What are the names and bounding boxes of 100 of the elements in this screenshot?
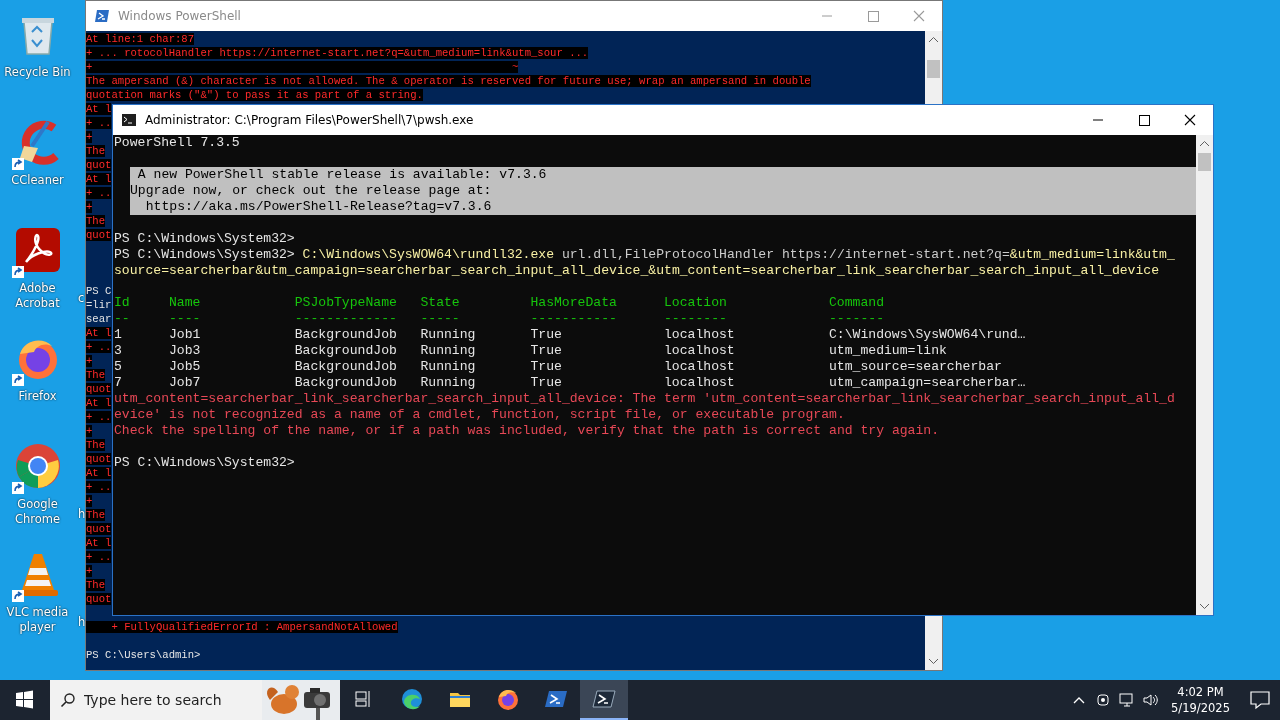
table-cell-text: Job5 <box>169 359 202 375</box>
error-text: + <box>86 131 93 143</box>
update-notice-text: A new PowerShell stable release is available: v7.3.6 <box>136 167 547 182</box>
desktop-icon-label[interactable]: Recycle Bin <box>0 65 75 80</box>
table-cell-text: True <box>530 375 563 391</box>
table-cell-text: Running <box>420 343 477 359</box>
table-cell-text: True <box>530 343 563 359</box>
command-text: &utm_medium=link&utm_ <box>1009 247 1175 262</box>
error-text: quot <box>86 523 112 535</box>
error-text: At l <box>86 173 112 185</box>
error-text: + .. <box>86 481 112 493</box>
error-text: + <box>86 565 93 577</box>
error-text: + ... rotocolHandler https://internet-start.net?q=&utm_medium=link&utm_sour ... <box>86 47 589 59</box>
error-text: quot <box>86 229 112 241</box>
error-text: + <box>86 425 93 437</box>
scroll-thumb[interactable] <box>927 60 940 78</box>
browser-wave-icon <box>400 687 424 711</box>
table-cell-text: Running <box>420 375 477 391</box>
column-header: Id <box>114 295 131 311</box>
error-text: The <box>86 215 106 227</box>
column-header: Name <box>169 295 202 311</box>
desktop-icon-label[interactable]: Adobe Acrobat <box>0 281 75 311</box>
search-icon <box>60 692 76 708</box>
error-text: + <box>86 201 93 213</box>
update-notice-text: Upgrade now, or check out the release page at: <box>130 183 492 198</box>
column-header: Location <box>664 295 728 311</box>
error-text: The <box>86 369 106 381</box>
console-text: PowerShell 7.3.5 <box>114 135 240 150</box>
update-notice-text: https://aka.ms/PowerShell-Release?tag=v7.3.6 <box>144 199 492 214</box>
error-text: At l <box>86 327 112 339</box>
table-cell-text: Job7 <box>169 375 202 391</box>
error-text: The <box>86 579 106 591</box>
desktop-icon-label[interactable]: c <box>78 291 85 306</box>
scroll-thumb[interactable] <box>1198 153 1211 171</box>
table-cell-text: C:\Windows\SysWOW64\rund… <box>829 327 1027 343</box>
column-header: State <box>420 295 461 311</box>
table-cell-text: True <box>530 359 563 375</box>
clock-date[interactable]: 5/19/2025 <box>1171 700 1230 716</box>
clock-time[interactable]: 4:02 PM <box>1177 684 1224 700</box>
error-text: evice' is not recognized as a name of a cmdlet, function, script file, or executable program. <box>114 407 845 422</box>
table-cell-text: utm_source=searcherbar <box>829 359 1003 375</box>
console-text: PS C:\Windows\System32> <box>114 455 295 470</box>
error-text: The <box>86 509 106 521</box>
table-cell-text: utm_campaign=searcherbar… <box>829 375 1027 391</box>
error-text: At l <box>86 467 112 479</box>
table-cell-text: True <box>530 327 563 343</box>
error-text: The <box>86 145 106 157</box>
table-cell-text: 5 <box>114 359 123 375</box>
table-cell-text: utm_medium=link <box>829 343 948 359</box>
desktop-icon-label[interactable]: h <box>78 507 86 522</box>
table-cell-text: Job1 <box>169 327 202 343</box>
column-header: HasMoreData <box>530 295 618 311</box>
header-rule: ------- <box>829 311 885 327</box>
column-header: PSJobTypeName <box>294 295 398 311</box>
desktop-icon-label[interactable]: Google Chrome <box>0 497 75 527</box>
table-cell-text: BackgroundJob <box>294 359 398 375</box>
prompt-text: PS C:\Windows\System32> <box>114 247 296 262</box>
table-cell-text: BackgroundJob <box>294 343 398 359</box>
desktop-icon-label[interactable]: CCleaner <box>0 173 75 188</box>
console-text: =lir <box>86 299 112 311</box>
error-text: quot <box>86 453 112 465</box>
console-text: PS C <box>86 285 112 297</box>
column-header: Command <box>829 295 885 311</box>
terminal-icon <box>592 687 616 711</box>
desktop-icon-label[interactable]: Firefox <box>0 389 75 404</box>
table-cell-text: 7 <box>114 375 123 391</box>
error-text: At l <box>86 397 112 409</box>
browser-ball-icon[interactable] <box>13 442 62 490</box>
error-text: + .. <box>86 117 112 129</box>
error-text: quot <box>86 383 112 395</box>
fox-globe-icon <box>496 687 520 711</box>
taskbar-button[interactable] <box>580 680 628 720</box>
scrollbar[interactable] <box>1196 135 1213 615</box>
powershell-icon <box>94 8 110 24</box>
table-cell-text: Running <box>420 359 477 375</box>
argument-text: url.dll,FileProtocolHandler https://internet-start.net?q= <box>560 247 1010 262</box>
console-text: sear <box>86 313 112 325</box>
error-text: + .. <box>86 551 112 563</box>
header-rule: ---- <box>169 311 202 327</box>
error-text: The ampersand (&) character is not allowed. The & operator is reserved for future use; wrap an ampersand in double <box>86 75 811 87</box>
table-cell-text: Job3 <box>169 343 202 359</box>
header-rule: ----------- <box>530 311 618 327</box>
header-rule: -- <box>114 311 131 327</box>
error-text: + <box>86 355 93 367</box>
error-text: quot <box>86 593 112 605</box>
window-title: Administrator: C:\Program Files\PowerShell\7\pwsh.exe <box>145 113 475 127</box>
command-text: source=searcherbar&utm_campaign=searcherbar_search_input_all_device_&utm_content=searcherbar_link_searcherbar_search_input_all_device <box>114 263 1160 278</box>
command-text: C:\Windows\SysWOW64\rundll32.exe <box>302 247 555 262</box>
error-text: quotation marks ("&") to pass it as part of a string. <box>86 89 423 101</box>
error-text: + .. <box>86 187 112 199</box>
terminal-icon <box>121 112 137 128</box>
table-cell-text: Running <box>420 327 477 343</box>
table-cell-text: 1 <box>114 327 123 343</box>
desktop-icon-label[interactable]: VLC media player <box>0 605 75 635</box>
table-cell-text: BackgroundJob <box>294 327 398 343</box>
document-icon[interactable] <box>13 226 62 274</box>
table-cell-text: localhost <box>664 359 736 375</box>
error-text: + FullyQualifiedErrorId : AmpersandNotAllowed <box>86 621 398 633</box>
table-cell-text: localhost <box>664 375 736 391</box>
desktop-icon-label[interactable]: h <box>78 615 86 630</box>
